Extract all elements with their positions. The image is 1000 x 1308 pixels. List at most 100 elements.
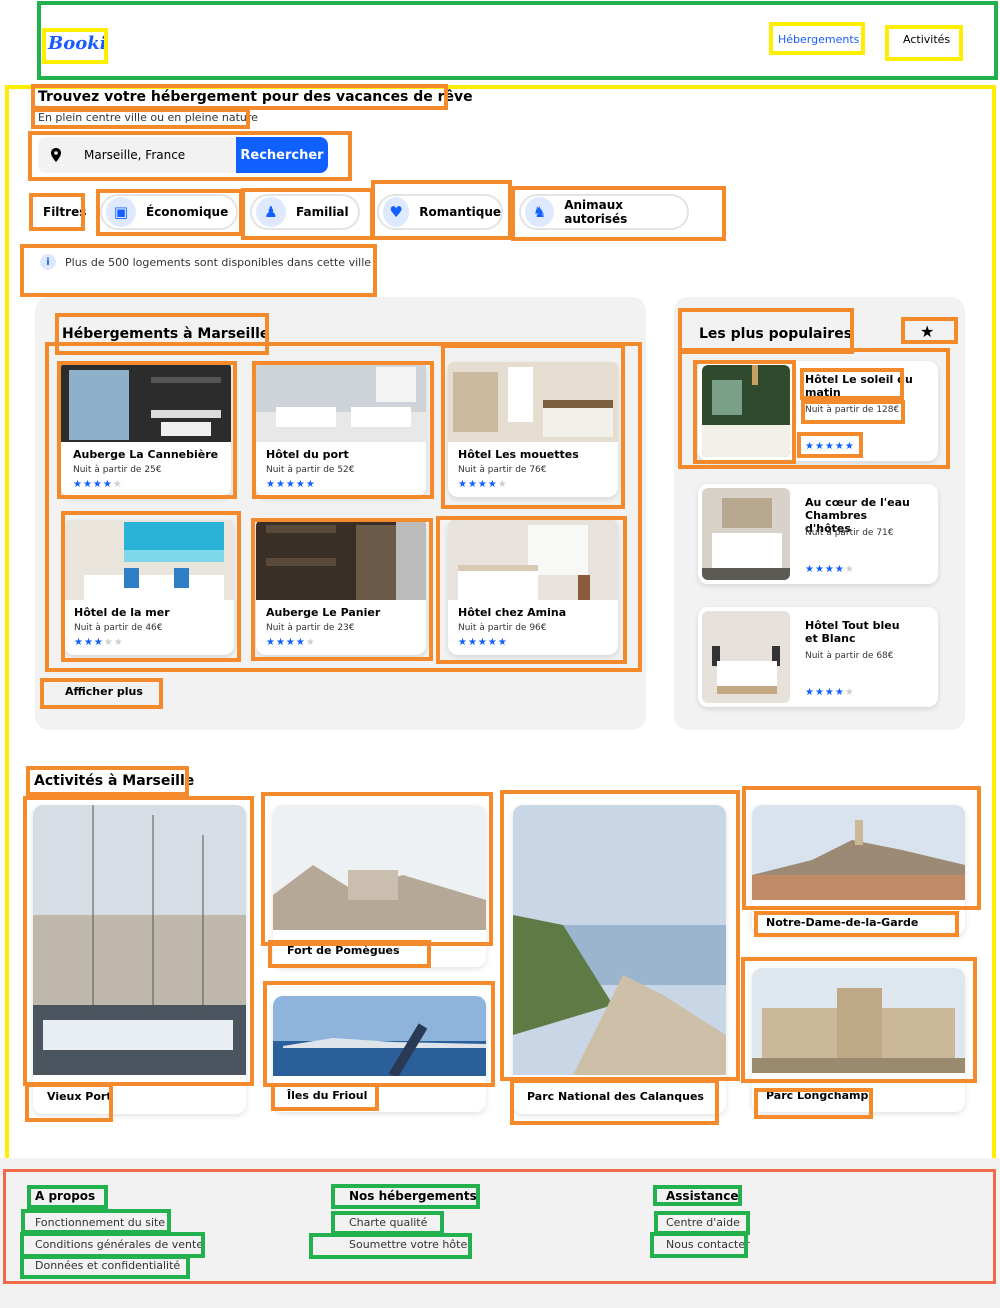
filter-chip-animaux[interactable]: ♞ Animaux autorisés xyxy=(519,194,689,230)
lodging-image xyxy=(256,520,426,600)
popular-price: Nuit à partir de 68€ xyxy=(805,651,894,661)
footer-link[interactable]: Données et confidentialité xyxy=(35,1259,180,1272)
lodging-image xyxy=(448,362,618,442)
lodging-image xyxy=(64,520,234,600)
activity-image xyxy=(752,968,965,1073)
popular-card[interactable]: Au cœur de l'eau Chambres d'hôtes Nuit à… xyxy=(698,484,938,584)
activity-card[interactable]: Notre-Dame-de-la-Garde xyxy=(752,805,965,935)
filter-chip-familial[interactable]: ♟ Familial xyxy=(250,194,360,230)
filters-label: Filtres xyxy=(43,205,87,219)
dog-icon: ♞ xyxy=(525,197,555,227)
nav-link-hebergements[interactable]: Hébergements xyxy=(778,33,859,46)
rating-stars: ★★★★★ xyxy=(458,637,508,648)
footer-link[interactable]: Charte qualité xyxy=(349,1216,427,1229)
lodging-name: Hôtel de la mer xyxy=(74,606,170,619)
lodging-card[interactable]: Hôtel de la mer Nuit à partir de 46€ ★★★… xyxy=(64,520,234,655)
lodging-name: Hôtel du port xyxy=(266,448,349,461)
activity-image xyxy=(513,805,726,1075)
info-annotation xyxy=(20,244,377,297)
lodging-card[interactable]: Hôtel Les mouettes Nuit à partir de 76€ … xyxy=(448,362,618,497)
popular-card[interactable]: Hôtel Tout bleu et Blanc Nuit à partir d… xyxy=(698,607,938,707)
footer-link[interactable]: Conditions générales de vente xyxy=(35,1238,203,1251)
activity-card[interactable]: Parc National des Calanques xyxy=(513,805,726,1114)
rating-stars: ★★★★★ xyxy=(805,564,855,575)
nav-link-activites[interactable]: Activités xyxy=(903,33,950,46)
footer-heading: A propos xyxy=(35,1189,96,1203)
activity-image xyxy=(752,805,965,900)
filter-chip-label: Familial xyxy=(296,205,349,219)
lodging-price: Nuit à partir de 52€ xyxy=(266,465,355,475)
rating-stars: ★★★★★ xyxy=(266,479,316,490)
activity-name: Notre-Dame-de-la-Garde xyxy=(766,916,919,929)
rating-stars: ★★★★★ xyxy=(266,637,316,648)
logo[interactable]: Booki xyxy=(48,33,107,54)
footer xyxy=(0,1158,1000,1308)
filter-chip-label: Romantique xyxy=(419,205,501,219)
footer-heading: Nos hébergements xyxy=(349,1189,477,1203)
heart-icon: ♥ xyxy=(383,197,410,227)
info-text: Plus de 500 logements sont disponibles d… xyxy=(65,256,372,269)
popular-name: Hôtel Tout bleu et Blanc xyxy=(805,619,900,645)
filter-chip-label: Animaux autorisés xyxy=(564,198,628,226)
activities-title: Activités à Marseille xyxy=(34,773,195,789)
activity-card[interactable]: Vieux Port xyxy=(33,805,246,1114)
activity-image xyxy=(273,805,486,930)
lodgings-title: Hébergements à Marseille xyxy=(62,326,270,342)
lodging-card[interactable]: Hôtel chez Amina Nuit à partir de 96€ ★★… xyxy=(448,520,618,655)
activity-card[interactable]: Fort de Pomègues xyxy=(273,805,486,967)
lodging-price: Nuit à partir de 23€ xyxy=(266,623,355,633)
popular-price: Nuit à partir de 128€ xyxy=(805,405,900,415)
lodging-card[interactable]: Hôtel du port Nuit à partir de 52€ ★★★★★ xyxy=(256,362,426,497)
lodging-card[interactable]: Auberge Le Panier Nuit à partir de 23€ ★… xyxy=(256,520,426,655)
footer-link[interactable]: Centre d'aide xyxy=(666,1216,740,1229)
info-icon: i xyxy=(40,254,56,270)
popular-title: Les plus populaires xyxy=(699,326,853,342)
location-pin-icon xyxy=(38,148,74,162)
person-icon: ♟ xyxy=(256,197,286,227)
filter-chip-label: Économique xyxy=(146,205,229,219)
lodging-image xyxy=(256,362,426,442)
popular-image xyxy=(702,365,790,457)
search-button[interactable]: Rechercher xyxy=(236,137,328,173)
hero-subtitle: En plein centre ville ou en pleine natur… xyxy=(38,111,258,124)
lodging-price: Nuit à partir de 76€ xyxy=(458,465,547,475)
activity-card[interactable]: Parc Longchamp xyxy=(752,968,965,1112)
search-input[interactable]: Marseille, France xyxy=(84,148,185,162)
rating-stars: ★★★★★ xyxy=(74,637,124,648)
lodging-name: Auberge Le Panier xyxy=(266,606,381,619)
lodging-price: Nuit à partir de 25€ xyxy=(73,465,162,475)
activity-image xyxy=(273,996,486,1076)
rating-stars: ★★★★★ xyxy=(458,479,508,490)
rating-stars: ★★★★★ xyxy=(73,479,123,490)
lodging-price: Nuit à partir de 46€ xyxy=(74,623,163,633)
activity-name: Vieux Port xyxy=(47,1090,112,1103)
rating-stars: ★★★★★ xyxy=(805,687,855,698)
filter-chip-romantique[interactable]: ♥ Romantique xyxy=(377,194,503,230)
rating-stars: ★★★★★ xyxy=(805,441,855,452)
footer-link[interactable]: Soumettre votre hôtel xyxy=(349,1238,470,1251)
footer-link[interactable]: Fonctionnement du site xyxy=(35,1216,165,1229)
activity-name: Îles du Frioul xyxy=(287,1089,368,1102)
lodging-name: Hôtel Les mouettes xyxy=(458,448,579,461)
popular-card[interactable]: Hôtel Le soleil du matin Nuit à partir d… xyxy=(698,361,938,461)
lodging-image xyxy=(448,520,618,600)
lodging-price: Nuit à partir de 96€ xyxy=(458,623,547,633)
activity-name: Parc National des Calanques xyxy=(527,1090,704,1103)
popular-price: Nuit à partir de 71€ xyxy=(805,528,894,538)
search-box[interactable]: Marseille, France xyxy=(38,137,238,173)
hero-title: Trouvez votre hébergement pour des vacan… xyxy=(38,89,473,105)
activity-name: Fort de Pomègues xyxy=(287,944,400,957)
footer-link[interactable]: Nous contacter xyxy=(666,1238,750,1251)
popular-name: Hôtel Le soleil du matin xyxy=(805,373,913,399)
show-more-link[interactable]: Afficher plus xyxy=(65,685,143,698)
star-icon: ★ xyxy=(920,322,935,341)
lodging-card[interactable]: Auberge La Cannebière Nuit à partir de 2… xyxy=(61,362,231,497)
popular-image xyxy=(702,611,790,703)
popular-image xyxy=(702,488,790,580)
footer-heading: Assistance xyxy=(666,1189,739,1203)
filter-chip-economique[interactable]: ▣ Économique xyxy=(100,194,238,230)
lodging-image xyxy=(61,362,231,442)
activity-image xyxy=(33,805,246,1075)
lodging-name: Auberge La Cannebière xyxy=(73,448,219,461)
activity-card[interactable]: Îles du Frioul xyxy=(273,996,486,1112)
